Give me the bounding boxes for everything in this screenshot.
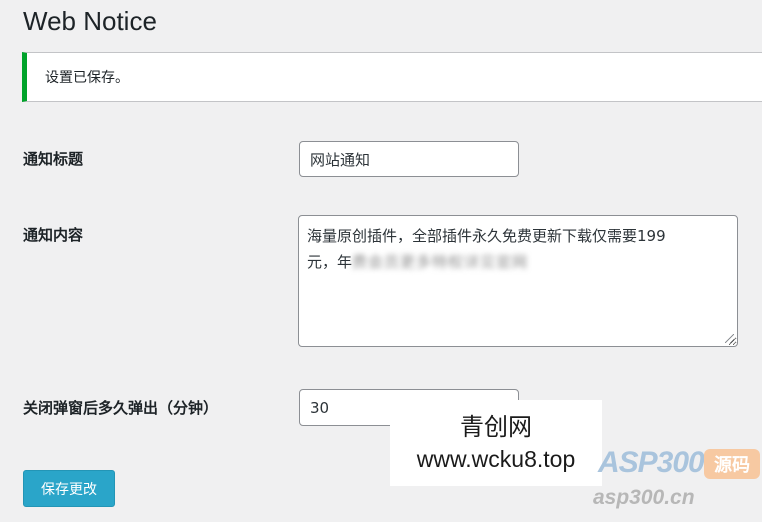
notice-title-input[interactable] [299,141,519,177]
asp300-url: asp300.cn [593,486,695,509]
watermark-name: 青创网 [460,413,532,441]
notice-message: 设置已保存。 [45,70,129,86]
notice-title-label: 通知标题 [23,150,84,168]
content-line-2: 元，年费会员更多特权详见官网 [307,249,729,275]
notice-content-label: 通知内容 [23,226,84,244]
popup-delay-label: 关闭弹窗后多久弹出（分钟） [23,399,219,417]
notice-content-textarea[interactable]: 海量原创插件，全部插件永久免费更新下载仅需要199 元，年费会员更多特权详见官网 [298,215,738,347]
save-changes-button[interactable]: 保存更改 [23,470,115,507]
watermark-url: www.wcku8.top [416,446,576,472]
watermark-box: 青创网 www.wcku8.top [390,400,602,486]
content-line-1: 海量原创插件，全部插件永久免费更新下载仅需要199 [307,227,666,245]
settings-page: Web Notice 设置已保存。 通知标题 通知内容 海量原创插件，全部插件永… [0,0,762,522]
asp300-logo: ASP300 [598,446,705,479]
asp300-tag: 源码 [704,449,760,479]
resize-handle-icon[interactable] [725,334,734,343]
success-notice: 设置已保存。 [22,52,762,102]
page-title: Web Notice [23,6,157,36]
content-obscured-text: 费会员更多特权详见官网 [352,253,529,271]
